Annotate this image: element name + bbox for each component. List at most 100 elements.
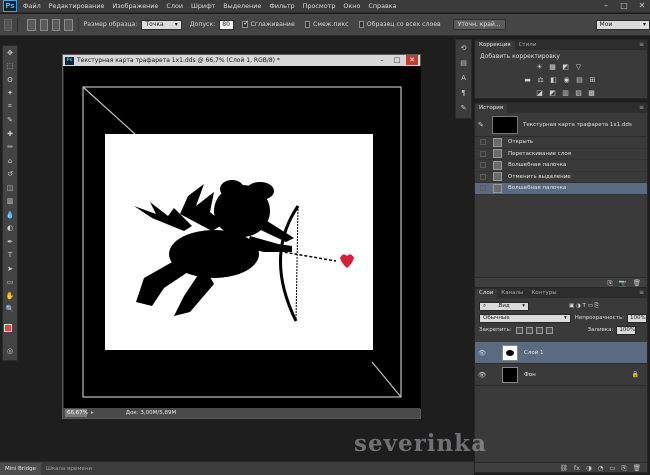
eyedropper-icon[interactable]: ✎ [3, 114, 17, 128]
minimize-button[interactable]: – [600, 1, 612, 11]
new-layer-icon[interactable]: ⎘ [622, 463, 627, 472]
menu-select[interactable]: Выделение [223, 2, 261, 10]
properties-panel-icon[interactable]: ▤ [456, 57, 471, 70]
history-state[interactable]: Волшебная палочка [475, 160, 647, 172]
adjustment-icon[interactable]: ⚖ [536, 76, 545, 85]
crop-icon[interactable]: ⌗ [3, 100, 17, 114]
panel-menu-icon[interactable]: ≡ [639, 41, 644, 48]
lock-position-icon[interactable] [535, 326, 543, 334]
status-menu-icon[interactable]: ▸ [91, 410, 94, 416]
adjustment-icon[interactable]: ◩ [561, 63, 570, 72]
history-brush-icon[interactable]: ↺ [3, 168, 17, 182]
opacity-input[interactable]: 100% [627, 313, 647, 323]
antialias-checkbox[interactable] [242, 19, 249, 28]
lock-transparency-icon[interactable] [515, 326, 523, 334]
canvas[interactable] [64, 66, 421, 409]
history-brush-source-checkbox[interactable] [480, 139, 486, 146]
history-panel-icon[interactable]: ⟲ [456, 42, 471, 55]
history-brush-source-checkbox[interactable] [480, 162, 486, 169]
add-mask-icon[interactable]: ◑ [586, 463, 592, 472]
menu-image[interactable]: Изображение [112, 2, 158, 10]
intersect-selection-icon[interactable] [64, 18, 73, 31]
maximize-button[interactable]: □ [618, 1, 630, 11]
tab-paths[interactable]: Контуры [527, 289, 560, 298]
adjustment-icon[interactable]: ▬ [523, 76, 532, 85]
contiguous-checkbox[interactable] [304, 21, 310, 28]
history-brush-source-icon[interactable]: ✎ [478, 121, 488, 129]
filter-icons[interactable]: ▣ ◑ T ▭ ⎘ [569, 303, 599, 310]
move-icon[interactable]: ✥ [3, 46, 17, 60]
adjustment-icon[interactable]: ▥ [561, 89, 570, 98]
tab-channels[interactable]: Каналы [497, 289, 527, 298]
adjustment-icon[interactable]: ▩ [587, 89, 596, 98]
document-minimize-button[interactable]: – [376, 55, 388, 65]
delete-state-icon[interactable]: 🗑 [633, 278, 641, 287]
stamp-icon[interactable]: ⌂ [3, 154, 17, 168]
tab-timeline[interactable]: Шкала времени [41, 463, 97, 475]
zoom-icon[interactable]: 🔍 [3, 303, 17, 317]
healing-icon[interactable]: ✚ [3, 127, 17, 141]
tolerance-input[interactable]: 80 [219, 19, 235, 30]
paragraph-panel-icon[interactable]: ¶ [456, 87, 471, 100]
new-document-from-state-icon[interactable]: ⎘ [607, 278, 612, 287]
lasso-icon[interactable]: ʘ [3, 73, 17, 87]
adjustment-icon[interactable]: ▨ [574, 89, 583, 98]
refine-edge-button[interactable]: Уточн. край... [452, 19, 506, 30]
history-brush-source-checkbox[interactable] [480, 173, 486, 180]
history-snapshot[interactable]: ✎ Текстурная карта трафарета 1х1.dds [475, 113, 647, 137]
pen-icon[interactable]: ✒ [3, 235, 17, 249]
menu-filter[interactable]: Фильтр [269, 2, 294, 10]
adjustment-icon[interactable]: ⊞ [588, 76, 597, 85]
sample-size-select[interactable]: Точка ▾ [141, 19, 182, 30]
dodge-icon[interactable]: ◐ [3, 222, 17, 236]
history-brush-source-checkbox[interactable] [480, 185, 486, 192]
gradient-icon[interactable]: ▥ [3, 195, 17, 209]
layer-row[interactable]: 👁 Фон 🔒 [475, 364, 647, 386]
history-state[interactable]: Перетаскивание слоя [475, 149, 647, 160]
adjustment-icon[interactable]: ▽ [574, 63, 583, 72]
all-layers-checkbox[interactable] [358, 21, 364, 28]
panel-menu-icon[interactable]: ≡ [639, 104, 644, 111]
character-panel-icon[interactable]: A [456, 72, 471, 85]
adjustment-icon[interactable]: ◧ [549, 76, 558, 85]
magic-wand-icon[interactable] [4, 18, 13, 31]
eraser-icon[interactable]: ◫ [3, 181, 17, 195]
path-select-icon[interactable]: ➤ [3, 262, 17, 276]
menu-window[interactable]: Окно [343, 2, 360, 10]
adjustment-icon[interactable]: ◪ [535, 89, 544, 98]
delete-layer-icon[interactable]: 🗑 [633, 463, 641, 472]
document-titlebar[interactable]: Ps Текстурная карта трафарета 1х1.dds @ … [63, 55, 420, 66]
new-snapshot-icon[interactable]: 📷 [619, 278, 627, 287]
fill-input[interactable]: 100% [616, 325, 637, 335]
history-state[interactable]: Волшебная палочка [475, 183, 647, 195]
hand-icon[interactable]: ✋ [3, 289, 17, 303]
tab-layers[interactable]: Слои [475, 289, 498, 298]
adjustment-icon[interactable]: ▦ [548, 63, 557, 72]
adjustment-icon[interactable]: ▤ [575, 76, 584, 85]
eye-icon[interactable]: 👁 [478, 349, 488, 357]
layer-style-icon[interactable]: fx [574, 463, 580, 472]
document-close-button[interactable]: ✕ [406, 55, 418, 65]
tab-styles[interactable]: Стили [515, 41, 541, 50]
adjustment-layer-icon[interactable]: ◔ [598, 463, 604, 472]
tab-mini-bridge[interactable]: Mini Bridge [0, 462, 41, 475]
blend-mode-select[interactable]: Обычные ▾ [479, 313, 571, 323]
layer-row[interactable]: 👁 Слой 1 [475, 342, 647, 364]
tab-adjustments[interactable]: Коррекция [475, 41, 515, 50]
new-group-icon[interactable]: ▭ [609, 463, 615, 472]
color-swatches[interactable] [4, 324, 18, 340]
close-button[interactable]: ✕ [636, 1, 648, 11]
adjustment-icon[interactable]: ◉ [562, 76, 571, 85]
history-state[interactable]: Открыть [475, 137, 647, 149]
magic-wand-icon[interactable]: ✦ [3, 87, 17, 101]
new-selection-icon[interactable] [27, 18, 36, 31]
shape-icon[interactable]: ▭ [3, 276, 17, 290]
zoom-level-field[interactable]: 66,67% [65, 409, 88, 417]
history-state[interactable]: Отменить выделение [475, 172, 647, 183]
document-maximize-button[interactable]: □ [391, 55, 403, 65]
marquee-icon[interactable]: ⬚ [3, 60, 17, 74]
brush-icon[interactable]: ✏ [3, 141, 17, 155]
layer-filter-select[interactable]: ⌕ Вид ▾ [479, 301, 529, 311]
menu-view[interactable]: Просмотр [303, 2, 336, 10]
workspace-select[interactable]: Мои ▾ [595, 19, 650, 30]
